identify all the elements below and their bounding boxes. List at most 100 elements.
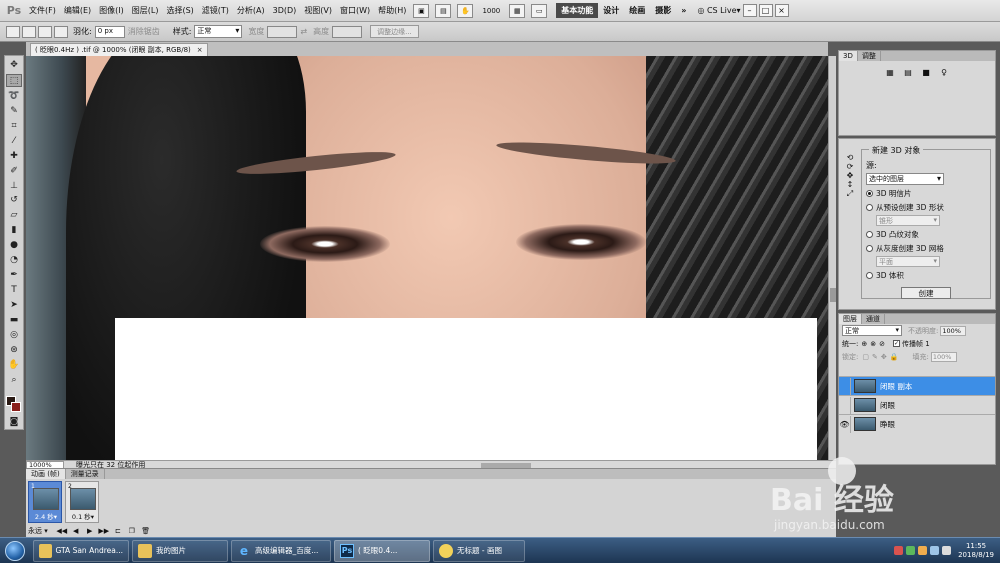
history-brush-icon[interactable]: ↺ bbox=[6, 194, 22, 207]
unify-position-icon[interactable]: ⊕ bbox=[861, 340, 867, 348]
style-select[interactable]: 正常 bbox=[194, 25, 243, 38]
document-canvas[interactable] bbox=[26, 56, 828, 460]
delete-frame-icon[interactable]: 🗑 bbox=[140, 527, 152, 536]
lock-position-icon[interactable]: ✥ bbox=[881, 353, 887, 361]
visibility-toggle[interactable] bbox=[839, 377, 851, 395]
menu-file[interactable]: 文件(F) bbox=[25, 5, 60, 16]
first-frame-icon[interactable]: ◀◀ bbox=[56, 527, 68, 536]
background-color-swatch[interactable] bbox=[11, 401, 21, 412]
screen-mode-icon[interactable]: ▭ bbox=[531, 3, 548, 18]
frame-delay-select[interactable]: 0.1 秒▾ bbox=[68, 511, 98, 521]
workspace-painting[interactable]: 绘画 bbox=[624, 5, 650, 16]
lock-pixels-icon[interactable]: ✎ bbox=[872, 353, 878, 361]
tab-channels[interactable]: 通道 bbox=[862, 314, 885, 324]
workspace-design[interactable]: 设计 bbox=[598, 5, 624, 16]
tray-volume-icon[interactable] bbox=[942, 546, 952, 555]
radio-repousse[interactable]: 3D 凸纹对象 bbox=[866, 229, 986, 240]
antialias-checkbox[interactable]: 消除锯齿 bbox=[128, 26, 160, 37]
tween-icon[interactable]: ⊏ bbox=[112, 527, 124, 536]
3d-object-slide-icon[interactable]: ↕ bbox=[847, 180, 854, 189]
vertical-scroll-thumb[interactable] bbox=[830, 288, 836, 302]
menu-window[interactable]: 窗口(W) bbox=[336, 5, 374, 16]
previous-frame-icon[interactable]: ◀ bbox=[70, 527, 82, 536]
radio-preset-shape[interactable]: 从预设创建 3D 形状 bbox=[866, 202, 986, 213]
opacity-input[interactable]: 100% bbox=[940, 325, 967, 336]
zoom-tool-icon[interactable]: ⌕ bbox=[6, 374, 22, 387]
eraser-tool-icon[interactable]: ▱ bbox=[6, 209, 22, 222]
lasso-tool-icon[interactable]: ➰ bbox=[6, 89, 22, 102]
marquee-preset-icon[interactable] bbox=[6, 25, 20, 38]
layer-row[interactable]: 闭眼 bbox=[839, 395, 995, 414]
type-tool-icon[interactable]: T bbox=[6, 284, 22, 297]
layer-row[interactable]: 👁 睁眼 bbox=[839, 414, 995, 433]
workspace-more[interactable]: » bbox=[676, 6, 691, 15]
taskbar-item-browser[interactable]: e 高级编辑器_百度... bbox=[231, 539, 331, 562]
cs-live-button[interactable]: ◎ CS Live▾ bbox=[697, 6, 740, 15]
3d-object-drag-icon[interactable]: ✥ bbox=[847, 171, 854, 180]
radio-3d-volume[interactable]: 3D 体积 bbox=[866, 270, 986, 281]
tray-security-icon[interactable] bbox=[906, 546, 916, 555]
launch-bridge-icon[interactable]: ▣ bbox=[413, 3, 430, 18]
mesh-filter-icon[interactable]: ▤ bbox=[903, 67, 913, 77]
lock-transparency-icon[interactable]: ▢ bbox=[862, 353, 869, 361]
feather-input[interactable]: 0 px bbox=[94, 25, 125, 38]
swap-icon[interactable]: ⇄ bbox=[300, 27, 307, 36]
material-filter-icon[interactable]: ■ bbox=[921, 67, 931, 77]
propagate-checkbox[interactable]: ✓ bbox=[892, 340, 900, 347]
visibility-toggle[interactable] bbox=[839, 396, 851, 414]
maximize-button[interactable]: □ bbox=[758, 4, 773, 17]
menu-help[interactable]: 帮助(H) bbox=[374, 5, 410, 16]
tab-animation-frames[interactable]: 动画 (帧) bbox=[26, 469, 66, 479]
menu-edit[interactable]: 编辑(E) bbox=[60, 5, 95, 16]
canvas-vertical-scrollbar[interactable] bbox=[828, 56, 836, 460]
next-frame-icon[interactable]: ▶▶ bbox=[98, 527, 110, 536]
eyedropper-tool-icon[interactable]: ⁄ bbox=[6, 134, 22, 147]
unify-style-icon[interactable]: ⊘ bbox=[879, 340, 885, 348]
hand-tool-icon[interactable]: ✋ bbox=[6, 359, 22, 372]
height-input[interactable] bbox=[332, 25, 363, 38]
3d-orbit-icon[interactable]: ⊛ bbox=[6, 344, 22, 357]
tab-measurement-log[interactable]: 测量记录 bbox=[66, 469, 105, 479]
start-button[interactable] bbox=[0, 538, 30, 563]
frame-delay-select[interactable]: 2.4 秒▾ bbox=[31, 511, 61, 521]
play-icon[interactable]: ▶ bbox=[84, 527, 96, 536]
create-button[interactable]: 创建 bbox=[901, 287, 951, 299]
mesh-preset-select[interactable]: 平面 bbox=[876, 256, 940, 267]
lock-all-icon[interactable]: 🔒 bbox=[890, 353, 899, 361]
3d-object-roll-icon[interactable]: ⟳ bbox=[847, 162, 854, 171]
unify-visibility-icon[interactable]: ⊗ bbox=[870, 340, 876, 348]
menu-filter[interactable]: 滤镜(T) bbox=[198, 5, 233, 16]
refine-edge-button[interactable]: 调整边缘... bbox=[370, 25, 419, 38]
fill-input[interactable]: 100% bbox=[930, 351, 957, 362]
tab-3d[interactable]: 3D bbox=[839, 51, 858, 61]
blend-mode-select[interactable]: 正常 bbox=[842, 325, 902, 336]
shape-tool-icon[interactable]: ▬ bbox=[6, 314, 22, 327]
width-input[interactable] bbox=[267, 25, 298, 38]
menu-layer[interactable]: 图层(L) bbox=[128, 5, 163, 16]
3d-object-rotate-icon[interactable]: ⟲ bbox=[847, 153, 854, 162]
move-tool-icon[interactable]: ✥ bbox=[6, 59, 22, 72]
taskbar-item-gta[interactable]: GTA San Andrea... bbox=[33, 539, 129, 562]
brush-tool-icon[interactable]: ✐ bbox=[6, 164, 22, 177]
menu-view[interactable]: 视图(V) bbox=[300, 5, 336, 16]
color-swatches[interactable] bbox=[6, 392, 22, 414]
arrange-documents-icon[interactable]: ▦ bbox=[509, 3, 526, 18]
mini-bridge-icon[interactable]: ▤ bbox=[435, 3, 452, 18]
layer-row[interactable]: 闭眼 副本 bbox=[839, 376, 995, 395]
zoom-level-select[interactable]: 1000 bbox=[482, 7, 500, 15]
close-button[interactable]: × bbox=[774, 4, 789, 17]
marquee-tool-icon[interactable]: ⬚ bbox=[6, 73, 22, 88]
taskbar-clock[interactable]: 11:55 2018/8/19 bbox=[958, 542, 994, 560]
tab-layers[interactable]: 图层 bbox=[839, 314, 862, 324]
tray-network-icon[interactable] bbox=[930, 546, 940, 555]
quick-select-tool-icon[interactable]: ✎ bbox=[6, 104, 22, 117]
light-filter-icon[interactable]: ♀ bbox=[939, 67, 949, 77]
document-close-icon[interactable]: × bbox=[197, 46, 203, 54]
radio-grayscale-mesh[interactable]: 从灰度创建 3D 网格 bbox=[866, 243, 986, 254]
shape-preset-select[interactable]: 锥形 bbox=[876, 215, 940, 226]
clone-stamp-icon[interactable]: ⊥ bbox=[6, 179, 22, 192]
pen-tool-icon[interactable]: ✒ bbox=[6, 269, 22, 282]
3d-rotate-icon[interactable]: ◎ bbox=[6, 329, 22, 342]
taskbar-item-paint[interactable]: 无标题 - 画图 bbox=[433, 539, 525, 562]
duplicate-frame-icon[interactable]: ❐ bbox=[126, 527, 138, 536]
